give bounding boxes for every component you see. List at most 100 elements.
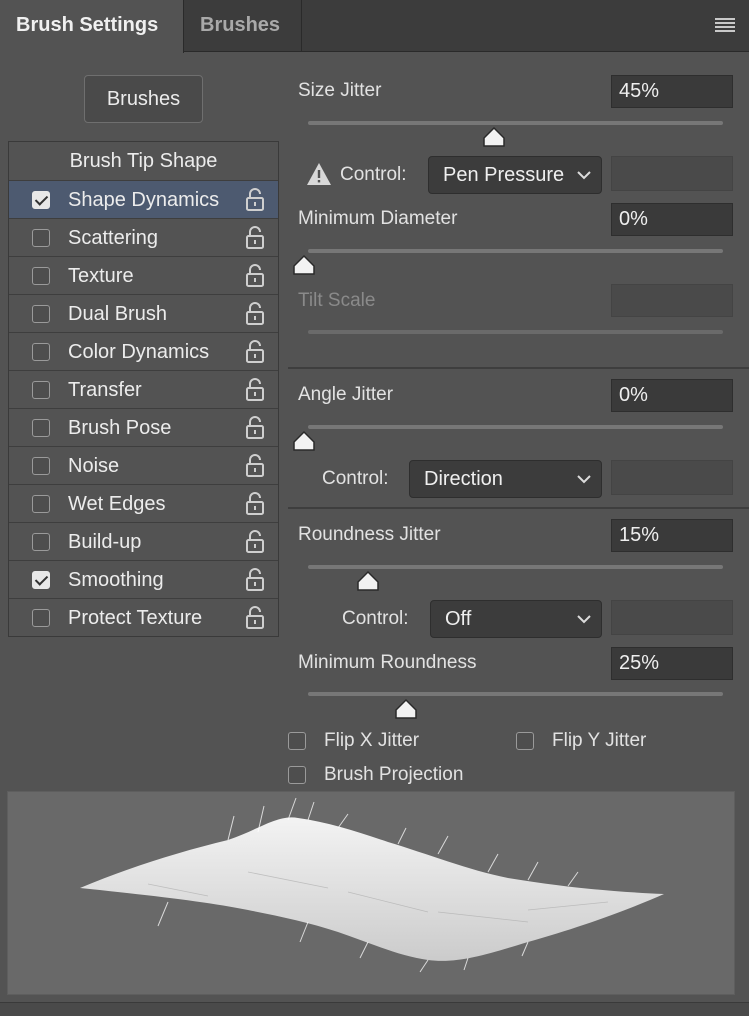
brush-stroke-preview [7, 791, 735, 995]
checkbox[interactable] [32, 191, 50, 209]
list-item-label: Build-up [68, 531, 142, 553]
list-item-label: Wet Edges [68, 493, 166, 515]
list-item-shape-dynamics[interactable]: Shape Dynamics [9, 180, 278, 218]
flip-y-jitter-label: Flip Y Jitter [552, 730, 647, 751]
list-item-label: Scattering [68, 227, 159, 249]
roundness-jitter-slider[interactable] [308, 565, 723, 569]
checkbox[interactable] [32, 495, 50, 513]
angle-jitter-slider[interactable] [308, 425, 723, 429]
control-select-1[interactable]: Pen Pressure [428, 156, 602, 194]
roundness-jitter-thumb[interactable] [356, 570, 380, 592]
list-item-color-dynamics[interactable]: Color Dynamics [9, 332, 278, 370]
chevron-down-icon [577, 171, 591, 180]
checkbox[interactable] [32, 419, 50, 437]
tilt-scale-value [611, 284, 733, 317]
checkbox[interactable] [32, 533, 50, 551]
angle-jitter-value[interactable]: 0% [611, 379, 733, 412]
control-label-3: Control: [342, 608, 409, 629]
lock-icon[interactable] [244, 568, 266, 592]
size-jitter-thumb[interactable] [482, 126, 506, 148]
lock-icon[interactable] [244, 378, 266, 402]
checkbox[interactable] [32, 457, 50, 475]
lock-icon[interactable] [244, 606, 266, 630]
list-item-label: Transfer [68, 379, 142, 401]
lock-icon[interactable] [244, 340, 266, 364]
minimum-diameter-thumb[interactable] [292, 254, 316, 276]
list-item-noise[interactable]: Noise [9, 446, 278, 484]
lock-icon[interactable] [244, 264, 266, 288]
section-divider [288, 507, 749, 509]
brushes-button[interactable]: Brushes [84, 75, 203, 123]
list-item-texture[interactable]: Texture [9, 256, 278, 294]
lock-icon[interactable] [244, 492, 266, 516]
list-item-label: Shape Dynamics [68, 189, 220, 211]
flip-x-jitter-checkbox[interactable] [288, 732, 306, 750]
control-label-2: Control: [322, 468, 389, 489]
list-item-label: Smoothing [68, 569, 164, 591]
tilt-scale-slider [308, 330, 723, 334]
warning-icon [307, 163, 331, 185]
brush-stroke-preview-image [80, 797, 664, 973]
flip-y-jitter-checkbox[interactable] [516, 732, 534, 750]
minimum-roundness-thumb[interactable] [394, 698, 418, 720]
minimum-diameter-slider[interactable] [308, 249, 723, 253]
brush-tip-shape-item[interactable]: Brush Tip Shape [9, 142, 278, 180]
control-select-2[interactable]: Direction [409, 460, 602, 498]
control-3-empty-field [611, 600, 733, 635]
checkbox[interactable] [32, 267, 50, 285]
minimum-diameter-label: Minimum Diameter [298, 208, 458, 229]
control-label-1: Control: [340, 164, 407, 185]
list-item-brush-pose[interactable]: Brush Pose [9, 408, 278, 446]
list-item-build-up[interactable]: Build-up [9, 522, 278, 560]
list-item-label: Dual Brush [68, 303, 167, 325]
control-select-3[interactable]: Off [430, 600, 602, 638]
panel-menu-icon[interactable] [715, 18, 735, 32]
list-item-wet-edges[interactable]: Wet Edges [9, 484, 278, 522]
checkbox[interactable] [32, 343, 50, 361]
roundness-jitter-value[interactable]: 15% [611, 519, 733, 552]
list-item-label: Noise [68, 455, 120, 477]
control-select-2-value: Direction [424, 468, 503, 490]
list-item-dual-brush[interactable]: Dual Brush [9, 294, 278, 332]
lock-icon[interactable] [244, 454, 266, 478]
angle-jitter-label: Angle Jitter [298, 384, 394, 405]
size-jitter-label: Size Jitter [298, 80, 382, 101]
size-jitter-value[interactable]: 45% [611, 75, 733, 108]
lock-icon[interactable] [244, 188, 266, 212]
brush-projection-checkbox[interactable] [288, 766, 306, 784]
control-select-1-value: Pen Pressure [443, 164, 565, 186]
brush-settings-panel: Brush Settings Brushes Brushes Brush Tip… [0, 0, 749, 1016]
angle-jitter-thumb[interactable] [292, 430, 316, 452]
list-item-label: Color Dynamics [68, 341, 210, 363]
section-divider [288, 367, 749, 369]
list-item-transfer[interactable]: Transfer [9, 370, 278, 408]
checkbox[interactable] [32, 305, 50, 323]
list-item-protect-texture[interactable]: Protect Texture [9, 598, 278, 636]
list-item-label: Texture [68, 265, 134, 287]
lock-icon[interactable] [244, 530, 266, 554]
flip-x-jitter-label: Flip X Jitter [324, 730, 420, 751]
control-select-3-value: Off [445, 608, 472, 630]
lock-icon[interactable] [244, 302, 266, 326]
list-item-smoothing[interactable]: Smoothing [9, 560, 278, 598]
control-1-empty-field [611, 156, 733, 191]
tab-brush-settings[interactable]: Brush Settings [0, 0, 184, 53]
lock-icon[interactable] [244, 416, 266, 440]
size-jitter-slider[interactable] [308, 121, 723, 125]
tab-bar: Brush Settings Brushes [0, 0, 749, 53]
checkbox[interactable] [32, 609, 50, 627]
brush-tip-list: Brush Tip Shape Shape Dynamics Scatterin… [8, 141, 279, 637]
checkbox[interactable] [32, 381, 50, 399]
brush-projection-label: Brush Projection [324, 764, 464, 785]
list-item-scattering[interactable]: Scattering [9, 218, 278, 256]
minimum-roundness-slider[interactable] [308, 692, 723, 696]
chevron-down-icon [577, 475, 591, 484]
panel-bottom-bar [0, 1002, 749, 1016]
minimum-diameter-value[interactable]: 0% [611, 203, 733, 236]
minimum-roundness-value[interactable]: 25% [611, 647, 733, 680]
checkbox[interactable] [32, 229, 50, 247]
tab-brushes[interactable]: Brushes [184, 0, 302, 52]
checkbox[interactable] [32, 571, 50, 589]
lock-icon[interactable] [244, 226, 266, 250]
control-2-empty-field [611, 460, 733, 495]
